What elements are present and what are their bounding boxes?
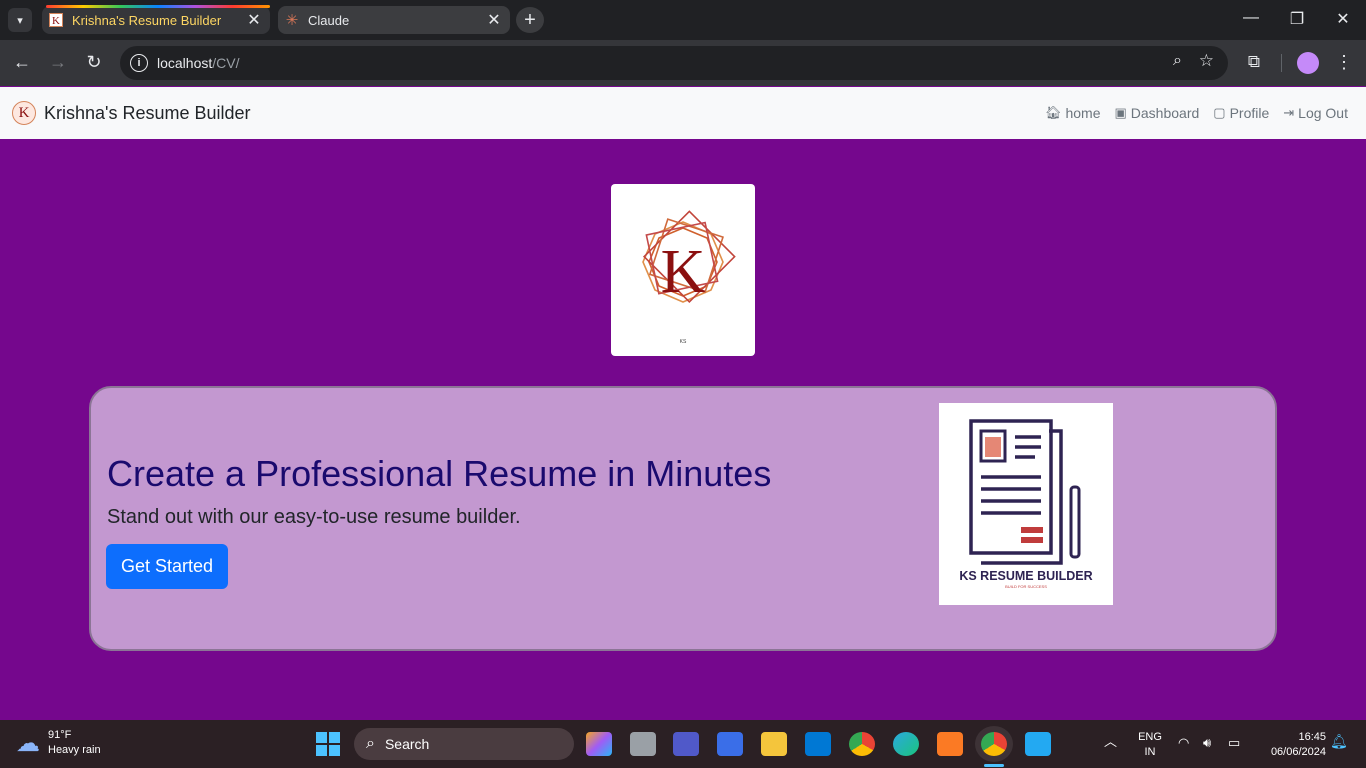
- svg-text:K: K: [52, 15, 60, 27]
- k-logo-icon: K: [48, 12, 64, 28]
- nav-profile[interactable]: ▢ Profile: [1213, 105, 1269, 121]
- logo-letter: K: [661, 238, 706, 306]
- minimize-icon[interactable]: —: [1241, 9, 1261, 27]
- wifi-icon[interactable]: ◠: [1178, 735, 1189, 750]
- taskbar-search[interactable]: ⌕ Search: [354, 728, 574, 760]
- nav-links: 🏠︎ home ▣ Dashboard ▢ Profile ⇥ Log Out: [1045, 87, 1348, 139]
- menu-kebab-icon[interactable]: ⋮: [1332, 52, 1356, 73]
- site-info-icon[interactable]: i: [130, 54, 148, 72]
- image-tagline: BUILD FOR SUCCESS: [1005, 584, 1047, 589]
- close-tab-icon[interactable]: ✕: [484, 10, 504, 30]
- search-icon: ⌕: [366, 735, 375, 752]
- new-tab-button[interactable]: +: [516, 7, 544, 33]
- volume-icon[interactable]: 🔊︎: [1203, 735, 1211, 750]
- tab-title: Krishna's Resume Builder: [72, 12, 222, 28]
- url-text[interactable]: localhost/CV/: [157, 55, 240, 71]
- toolbar-divider: [1281, 54, 1282, 72]
- brand-name[interactable]: Krishna's Resume Builder: [44, 103, 251, 124]
- copilot-icon[interactable]: [586, 732, 612, 756]
- active-app-indicator: [984, 764, 1004, 767]
- brand-logo[interactable]: K: [12, 101, 36, 125]
- language-indicator[interactable]: ENG IN: [1136, 730, 1164, 760]
- rain-cloud-icon: ☁: [16, 729, 40, 757]
- bookmark-star-icon[interactable]: ☆: [1199, 51, 1214, 71]
- house-icon: 🏠︎: [1044, 105, 1062, 120]
- back-icon[interactable]: ←: [10, 52, 34, 73]
- ks-resume-builder-image: KS RESUME BUILDER BUILD FOR SUCCESS: [939, 403, 1113, 605]
- windows-taskbar: ☁ 91°F Heavy rain ⌕ Search ︿ ENG IN ◠ 🔊︎…: [0, 720, 1366, 768]
- k-logo-emblem: K KS: [642, 210, 736, 345]
- claude-icon: ✳: [285, 12, 299, 29]
- browser-tab-strip: ▾ K Krishna's Resume Builder ✕ ✳ Claude …: [0, 0, 1366, 40]
- restore-icon[interactable]: ❐: [1287, 9, 1307, 29]
- tab-search-chevron-icon[interactable]: ▾: [8, 8, 32, 32]
- chrome-icon[interactable]: [849, 732, 875, 756]
- site-navbar: K Krishna's Resume Builder 🏠︎ home ▣ Dashb…: [0, 87, 1366, 139]
- microsoft-store-icon[interactable]: [805, 732, 831, 756]
- task-view-icon[interactable]: [630, 732, 656, 756]
- hero-card: Create a Professional Resume in Minutes …: [89, 386, 1277, 651]
- weather-condition: Heavy rain: [48, 744, 101, 756]
- hero-subtitle: Stand out with our easy-to-use resume bu…: [107, 506, 521, 528]
- image-title: KS RESUME BUILDER: [959, 569, 1092, 583]
- notification-bell-icon[interactable]: 🔔︎: [1330, 734, 1348, 749]
- file-explorer-icon[interactable]: [761, 732, 787, 756]
- close-tab-icon[interactable]: ✕: [244, 10, 264, 30]
- reload-icon[interactable]: ↻: [82, 52, 106, 73]
- xampp-icon[interactable]: [937, 732, 963, 756]
- logo-caption: KS: [680, 339, 687, 345]
- clock[interactable]: 16:45 06/06/2024: [1256, 730, 1326, 760]
- forward-icon[interactable]: →: [46, 52, 70, 73]
- get-started-button[interactable]: Get Started: [106, 544, 228, 589]
- box-icon: ▣: [1114, 105, 1127, 120]
- weather-temp: 91°F: [48, 729, 72, 741]
- chrome-profile-icon[interactable]: [981, 732, 1007, 756]
- battery-icon[interactable]: ▭: [1228, 735, 1240, 750]
- vscode-icon[interactable]: [1025, 732, 1051, 756]
- nav-dashboard[interactable]: ▣ Dashboard: [1114, 105, 1199, 121]
- address-bar[interactable]: i localhost/CV/ ⌕ ☆: [120, 46, 1228, 80]
- hero-title: Create a Professional Resume in Minutes: [107, 453, 772, 494]
- power-automate-icon[interactable]: [717, 732, 743, 756]
- search-label: Search: [384, 736, 430, 752]
- profile-avatar[interactable]: [1297, 52, 1319, 74]
- k-logo-card: K KS: [611, 184, 755, 356]
- nav-logout[interactable]: ⇥ Log Out: [1283, 105, 1348, 121]
- nav-home[interactable]: 🏠︎ home: [1045, 105, 1101, 121]
- logout-icon: ⇥: [1283, 105, 1295, 120]
- chevron-up-icon[interactable]: ︿: [1104, 734, 1117, 749]
- edge-icon[interactable]: [893, 732, 919, 756]
- tab-title: Claude: [308, 12, 350, 28]
- extensions-icon[interactable]: ⧉: [1242, 52, 1266, 72]
- tab-resume-builder[interactable]: K Krishna's Resume Builder ✕: [42, 5, 270, 34]
- teams-icon[interactable]: [673, 732, 699, 756]
- close-window-icon[interactable]: ✕: [1333, 9, 1353, 29]
- tab-claude[interactable]: ✳ Claude ✕: [278, 6, 510, 34]
- weather-widget[interactable]: ☁ 91°F Heavy rain: [16, 728, 101, 758]
- person-badge-icon: ▢: [1213, 105, 1226, 120]
- windows-start-icon[interactable]: [316, 732, 340, 756]
- browser-toolbar: ← → ↻ i localhost/CV/ ⌕ ☆ ⧉ ⋮: [0, 40, 1366, 86]
- zoom-icon[interactable]: ⌕: [1173, 52, 1182, 70]
